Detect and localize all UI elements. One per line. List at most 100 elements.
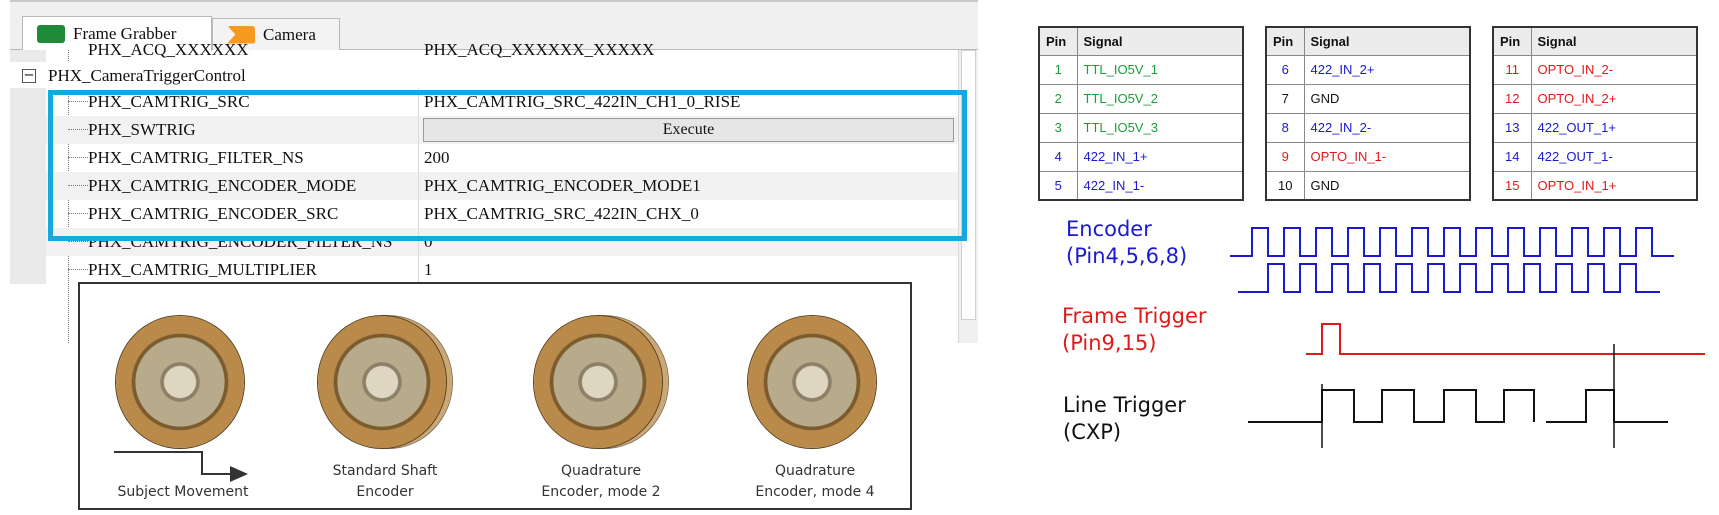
pin-signal: 422_OUT_1+: [1530, 112, 1698, 143]
coin-caption: Quadrature Encoder, mode 4: [720, 461, 910, 503]
line-trigger-burst-1: [1248, 389, 1535, 423]
collapse-icon[interactable]: −: [22, 69, 36, 83]
frame-trigger-line: [1306, 323, 1705, 355]
coin-caption: Quadrature Encoder, mode 2: [506, 461, 696, 503]
scrollbar-thumb[interactable]: [961, 50, 976, 320]
pin-number: 3: [1038, 112, 1078, 143]
property-value[interactable]: PHX_CAMTRIG_ENCODER_MODE1: [424, 176, 701, 196]
pin-header: Pin: [1265, 26, 1305, 56]
signal-header: Signal: [1530, 26, 1698, 56]
table-row: 13 422_OUT_1+: [1492, 112, 1698, 143]
property-group-row[interactable]: − PHX_CameraTriggerControl: [10, 62, 978, 90]
property-value: PHX_ACQ_XXXXXX_XXXXX: [424, 40, 655, 59]
caption-line: Encoder: [356, 484, 414, 500]
quadrature-mode2-item: Quadrature Encoder, mode 2: [506, 296, 696, 500]
property-value[interactable]: 200: [424, 148, 450, 168]
property-row-swtrig[interactable]: PHX_SWTRIG Execute: [10, 116, 978, 144]
pin-number: 7: [1265, 83, 1305, 114]
line-trigger-label: Line Trigger (CXP): [1063, 392, 1186, 446]
table-row: 7 GND: [1265, 83, 1471, 114]
line-trigger-waveform: [1248, 344, 1668, 448]
property-value[interactable]: PHX_CAMTRIG_SRC_422IN_CH1_0_RISE: [424, 92, 740, 112]
caption-line: Subject Movement: [117, 484, 249, 500]
table-row: 3 TTL_IO5V_3: [1038, 112, 1244, 143]
frame-trigger-label: Frame Trigger (Pin9,15): [1062, 303, 1207, 357]
property-value[interactable]: 0: [424, 232, 433, 252]
row-margin: [10, 200, 46, 228]
table-header-row: Pin Signal: [1265, 26, 1471, 56]
column-divider: [418, 116, 419, 144]
pin-number: 13: [1492, 112, 1532, 143]
vertical-scrollbar[interactable]: [958, 50, 978, 343]
table-row: 4 422_IN_1+: [1038, 141, 1244, 172]
pin-number: 14: [1492, 141, 1532, 172]
caption-line: Standard Shaft: [332, 463, 438, 479]
table-row: 11 OPTO_IN_2-: [1492, 54, 1698, 85]
encoder-waveforms: [1230, 227, 1674, 293]
property-name: PHX_SWTRIG: [88, 120, 196, 139]
column-divider: [418, 144, 419, 172]
tree-connector: [68, 185, 88, 186]
pin-signal: 422_OUT_1-: [1530, 141, 1698, 172]
property-value[interactable]: PHX_CAMTRIG_SRC_422IN_CHX_0: [424, 204, 699, 224]
property-group-name: PHX_CameraTriggerControl: [48, 66, 246, 85]
frame-grabber-icon: [37, 25, 65, 43]
table-row: 8 422_IN_2-: [1265, 112, 1471, 143]
table-row: 12 OPTO_IN_2+: [1492, 83, 1698, 114]
standard-shaft-item: Standard Shaft Encoder: [290, 296, 480, 500]
tree-connector: [68, 101, 88, 102]
label-line: Frame Trigger: [1062, 304, 1207, 328]
coin-image: [318, 316, 446, 448]
pin-signal: OPTO_IN_1+: [1530, 170, 1698, 201]
row-margin: [10, 116, 46, 144]
property-row-camtrig-src[interactable]: PHX_CAMTRIG_SRC PHX_CAMTRIG_SRC_422IN_CH…: [10, 88, 978, 116]
pin-number: 6: [1265, 54, 1305, 85]
coin-image: [534, 316, 662, 448]
table-row: 2 TTL_IO5V_2: [1038, 83, 1244, 114]
property-name: PHX_CAMTRIG_SRC: [88, 92, 250, 111]
table-row: 1 TTL_IO5V_1: [1038, 54, 1244, 85]
property-value[interactable]: 1: [424, 260, 433, 280]
line-trigger-burst-2: [1546, 389, 1668, 423]
property-row-encoder-mode[interactable]: PHX_CAMTRIG_ENCODER_MODE PHX_CAMTRIG_ENC…: [10, 172, 978, 200]
encoder-channel-a: [1230, 227, 1674, 257]
pin-table: Pin Signal 1 TTL_IO5V_1 2 TTL_IO5V_2 3 TTL_IO…: [1038, 26, 1244, 201]
pin-header: Pin: [1492, 26, 1532, 56]
property-row-encoder-src[interactable]: PHX_CAMTRIG_ENCODER_SRC PHX_CAMTRIG_SRC_…: [10, 200, 978, 228]
subject-movement-item: Subject Movement: [88, 296, 278, 500]
label-line: Line Trigger: [1063, 393, 1186, 417]
table-row: 5 422_IN_1-: [1038, 170, 1244, 201]
pin-signal: GND: [1303, 170, 1471, 201]
execute-button[interactable]: Execute: [423, 118, 954, 142]
column-divider: [418, 256, 419, 284]
pin-number: 10: [1265, 170, 1305, 201]
label-line: (Pin9,15): [1062, 331, 1157, 355]
pin-table: Pin Signal 11 OPTO_IN_2- 12 OPTO_IN_2+ 13 422…: [1492, 26, 1698, 201]
coin-caption: Standard Shaft Encoder: [290, 461, 480, 503]
pin-number: 8: [1265, 112, 1305, 143]
coin-image: [116, 316, 244, 448]
encoder-mode-panel: Subject Movement Standard Shaft Encoder …: [78, 282, 912, 510]
row-margin: [10, 172, 46, 200]
caption-line: Quadrature: [560, 463, 642, 479]
caption-line: Quadrature: [774, 463, 856, 479]
pin-signal: 422_IN_2-: [1303, 112, 1471, 143]
encoder-channel-b: [1238, 263, 1660, 293]
timing-diagram: [1230, 227, 1705, 448]
caption-line: Encoder, mode 4: [755, 484, 875, 500]
label-line: (CXP): [1063, 420, 1122, 444]
pin-header: Pin: [1038, 26, 1078, 56]
property-row-multiplier[interactable]: PHX_CAMTRIG_MULTIPLIER 1: [10, 256, 978, 284]
pin-number: 12: [1492, 83, 1532, 114]
pin-signal: 422_IN_1-: [1076, 170, 1244, 201]
property-row-filter-ns[interactable]: PHX_CAMTRIG_FILTER_NS 200: [10, 144, 978, 172]
table-row: 9 OPTO_IN_1-: [1265, 141, 1471, 172]
table-row: 10 GND: [1265, 170, 1471, 201]
pin-number: 9: [1265, 141, 1305, 172]
pin-signal: 422_IN_1+: [1076, 141, 1244, 172]
table-header-row: Pin Signal: [1492, 26, 1698, 56]
property-row-encoder-filter-ns[interactable]: PHX_CAMTRIG_ENCODER_FILTER_NS 0: [10, 228, 978, 256]
column-divider: [418, 172, 419, 200]
pin-signal: TTL_IO5V_1: [1076, 54, 1244, 85]
tree-connector: [68, 241, 88, 242]
